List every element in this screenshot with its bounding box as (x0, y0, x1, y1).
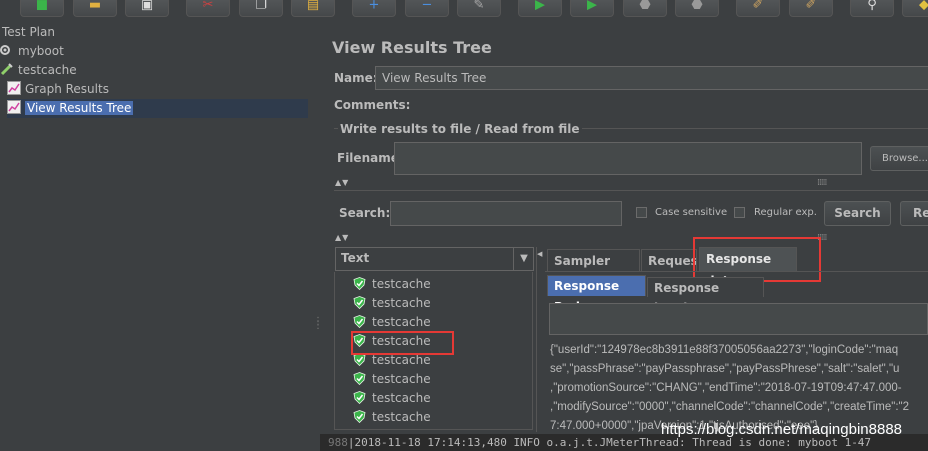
tree-item-label: Graph Results (25, 82, 109, 96)
success-shield-icon (353, 277, 366, 291)
cut-icon[interactable]: ✂ (186, 0, 230, 17)
collapse-arrows-icon[interactable]: ▲▼ (335, 233, 349, 242)
highlight-box (351, 331, 454, 355)
case-sensitive-label: Case sensitive (655, 207, 728, 218)
tab-sampler-result[interactable]: Sampler result (547, 249, 640, 290)
response-line: se","passPhrase":"payPassphrase","payPas… (550, 363, 900, 375)
splitter-grip[interactable]: ⋮ ⋮ (313, 317, 323, 336)
copy-icon[interactable]: ❐ (239, 0, 283, 17)
list-item-label: testcache (372, 391, 431, 405)
case-sensitive-checkbox[interactable] (636, 207, 647, 218)
toggle-icon[interactable]: ✎ (457, 0, 501, 17)
page-title: View Results Tree (332, 38, 492, 57)
regular-exp-label: Regular exp. (754, 207, 817, 218)
name-label: Name: (334, 71, 378, 85)
tree-item-test-plan[interactable]: Test Plan (2, 23, 55, 42)
tab-request[interactable]: Request (641, 249, 697, 271)
list-item-label: testcache (372, 410, 431, 424)
paste-icon[interactable]: ▤ (291, 0, 335, 17)
toolbar: ■ ▬ ▣ ✂ ❐ ▤ + − ✎ ▶ ▶ ⬣ ⬣ ✐ ✐ ⚲ ◆ (0, 0, 928, 20)
graph-icon (7, 100, 21, 114)
tree-item-label: Test Plan (2, 25, 55, 39)
highlight-box (693, 237, 821, 282)
start-no-pauses-icon[interactable]: ▶ (570, 0, 614, 17)
response-body: {"userId":"124978ec8b3911e88f37005056aa2… (545, 338, 928, 434)
list-item-label: testcache (372, 277, 431, 291)
name-field[interactable]: View Results Tree (375, 66, 928, 90)
tree-item-graph-results[interactable]: Graph Results (7, 80, 109, 99)
tree-item-myboot[interactable]: myboot (0, 42, 64, 61)
response-search-field[interactable] (549, 303, 928, 335)
list-item[interactable]: testcache (353, 389, 431, 408)
start-icon[interactable]: ▶ (518, 0, 562, 17)
search-input[interactable] (390, 201, 622, 226)
reset-button[interactable]: Re (900, 201, 928, 226)
divider (334, 190, 928, 191)
template-icon[interactable]: ■ (20, 0, 64, 17)
tree-item-testcache[interactable]: testcache (0, 61, 77, 80)
response-line: ,"promotionSource":"CHANG","endTime":"20… (550, 382, 902, 394)
success-shield-icon (353, 372, 366, 386)
success-shield-icon (353, 410, 366, 424)
comments-label: Comments: (334, 98, 411, 112)
success-shield-icon (353, 391, 366, 405)
clear-icon[interactable]: ✐ (736, 0, 780, 17)
success-shield-icon (353, 315, 366, 329)
list-item[interactable]: testcache (353, 294, 431, 313)
expand-arrow-icon[interactable]: ◀ (537, 250, 542, 258)
watermark: https://blog.csdn.net/maqingbin8888 (661, 421, 903, 438)
tab-response-headers[interactable]: Response headers (647, 277, 764, 315)
graph-icon (7, 81, 21, 95)
search-label: Search: (339, 206, 391, 220)
response-line: ,"modifySource":"0000","channelCode":"ch… (550, 401, 910, 413)
open-icon[interactable]: ▬ (73, 0, 117, 17)
search-icon[interactable]: ⚲ (850, 0, 894, 17)
expand-icon[interactable]: + (352, 0, 396, 17)
filename-input[interactable] (394, 142, 862, 175)
success-shield-icon (353, 296, 366, 310)
split-divider[interactable] (536, 247, 541, 432)
tab-response-body[interactable]: Response Body (547, 275, 646, 314)
tree-item-label: testcache (18, 63, 77, 77)
log-line-number: 988 (328, 436, 348, 449)
search-button[interactable]: Search (824, 201, 891, 226)
regular-exp-checkbox[interactable] (734, 207, 745, 218)
renderer-selected: Text (341, 251, 370, 265)
list-item[interactable]: testcache (353, 370, 431, 389)
help-icon[interactable]: ◆ (902, 0, 928, 17)
list-item-label: testcache (372, 353, 431, 367)
gear-icon (0, 43, 14, 57)
tab-strip-border (545, 271, 928, 272)
stop-icon[interactable]: ⬣ (623, 0, 667, 17)
collapse-icon[interactable]: − (405, 0, 449, 17)
renderer-select[interactable]: Text ▼ (335, 247, 534, 271)
filename-label: Filename (337, 151, 399, 165)
list-item[interactable]: testcache (353, 275, 431, 294)
response-line: {"userId":"124978ec8b3911e88f37005056aa2… (550, 344, 899, 356)
shutdown-icon[interactable]: ⬣ (675, 0, 719, 17)
tree-item-label: View Results Tree (25, 101, 134, 115)
list-item-label: testcache (372, 372, 431, 386)
collapse-arrows-icon[interactable]: ▲▼ (335, 178, 349, 187)
save-icon[interactable]: ▣ (125, 0, 169, 17)
clear-all-icon[interactable]: ✐ (789, 0, 833, 17)
list-item[interactable]: testcache (353, 313, 431, 332)
browse-button[interactable]: Browse... (870, 146, 928, 171)
tree-item-label: myboot (18, 44, 64, 58)
test-plan-tree: Test Plan myboot testcache Graph Results… (0, 20, 310, 451)
file-section-title: Write results to file / Read from file (338, 122, 582, 136)
tree-item-view-results-tree[interactable]: View Results Tree (7, 99, 308, 118)
list-item-label: testcache (372, 315, 431, 329)
list-item-label: testcache (372, 296, 431, 310)
pipette-icon (0, 62, 14, 76)
list-item[interactable]: testcache (353, 408, 431, 427)
drag-handle-icon[interactable]: ⁞⁞⁞⁞⁞ (817, 178, 827, 188)
chevron-down-icon: ▼ (513, 248, 534, 270)
